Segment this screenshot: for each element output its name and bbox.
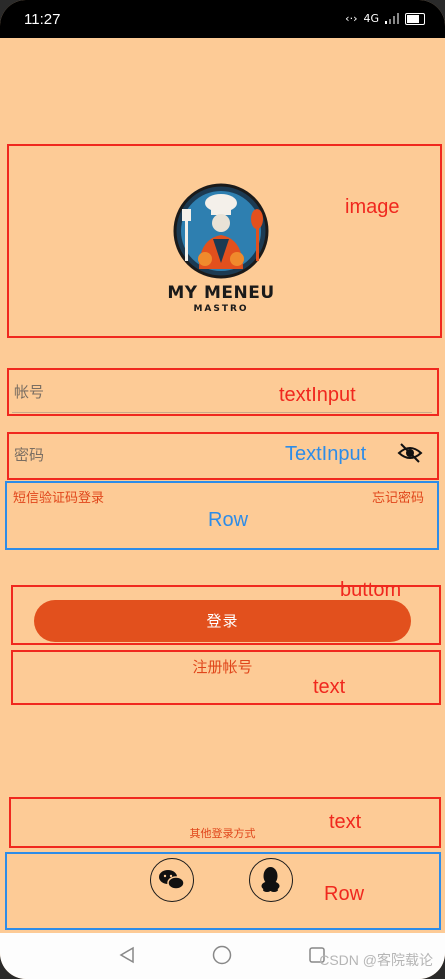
signal-icon <box>385 13 399 24</box>
logo-title: MY MENEU <box>167 283 275 303</box>
status-time: 11:27 <box>24 11 61 28</box>
watermark: CSDN @客院载论 <box>319 952 433 968</box>
phone-screen: 11:27 ‹·› 4G image MY MENEU MASTRO textI… <box>0 0 445 979</box>
annotation-label-textinput-2: TextInput <box>285 443 367 465</box>
annotation-label-text-1: text <box>313 676 346 698</box>
status-bar: 11:27 ‹·› 4G <box>0 0 445 38</box>
login-button[interactable]: 登录 <box>34 600 411 642</box>
logo-subtitle: MASTRO <box>193 304 249 314</box>
wechat-login-button[interactable] <box>150 858 194 902</box>
annotation-label-row-2: Row <box>324 883 365 905</box>
annotation-box-row-2 <box>5 852 441 930</box>
annotation-label-button: buttom <box>340 579 402 601</box>
qq-icon <box>261 867 280 892</box>
annotation-label-image: image <box>345 196 400 218</box>
home-icon[interactable] <box>212 945 232 965</box>
status-icons: ‹·› 4G <box>345 12 425 25</box>
annotation-box-textinput-1 <box>7 368 439 416</box>
eye-off-icon[interactable] <box>397 440 423 466</box>
chef-logo-icon <box>173 183 269 279</box>
back-icon[interactable] <box>118 946 136 964</box>
password-input[interactable]: 密码 <box>14 444 44 465</box>
annotation-label-row-1: Row <box>208 509 249 531</box>
qq-login-button[interactable] <box>249 858 293 902</box>
annotation-label-textinput-1: textInput <box>279 384 356 406</box>
data-transfer-icon: ‹·› <box>345 12 358 25</box>
annotation-box-textinput-2 <box>7 432 439 480</box>
app-logo: MY MENEU MASTRO <box>165 183 277 315</box>
sms-login-link[interactable]: 短信验证码登录 <box>13 487 104 506</box>
register-link[interactable]: 注册帐号 <box>0 656 445 677</box>
forgot-password-link[interactable]: 忘记密码 <box>372 487 424 506</box>
battery-icon <box>405 12 425 25</box>
account-input[interactable]: 帐号 <box>14 381 44 402</box>
account-input-underline <box>12 412 432 413</box>
other-login-label: 其他登录方式 <box>189 827 256 840</box>
wechat-icon <box>159 870 185 890</box>
network-type-icon: 4G <box>363 12 379 25</box>
